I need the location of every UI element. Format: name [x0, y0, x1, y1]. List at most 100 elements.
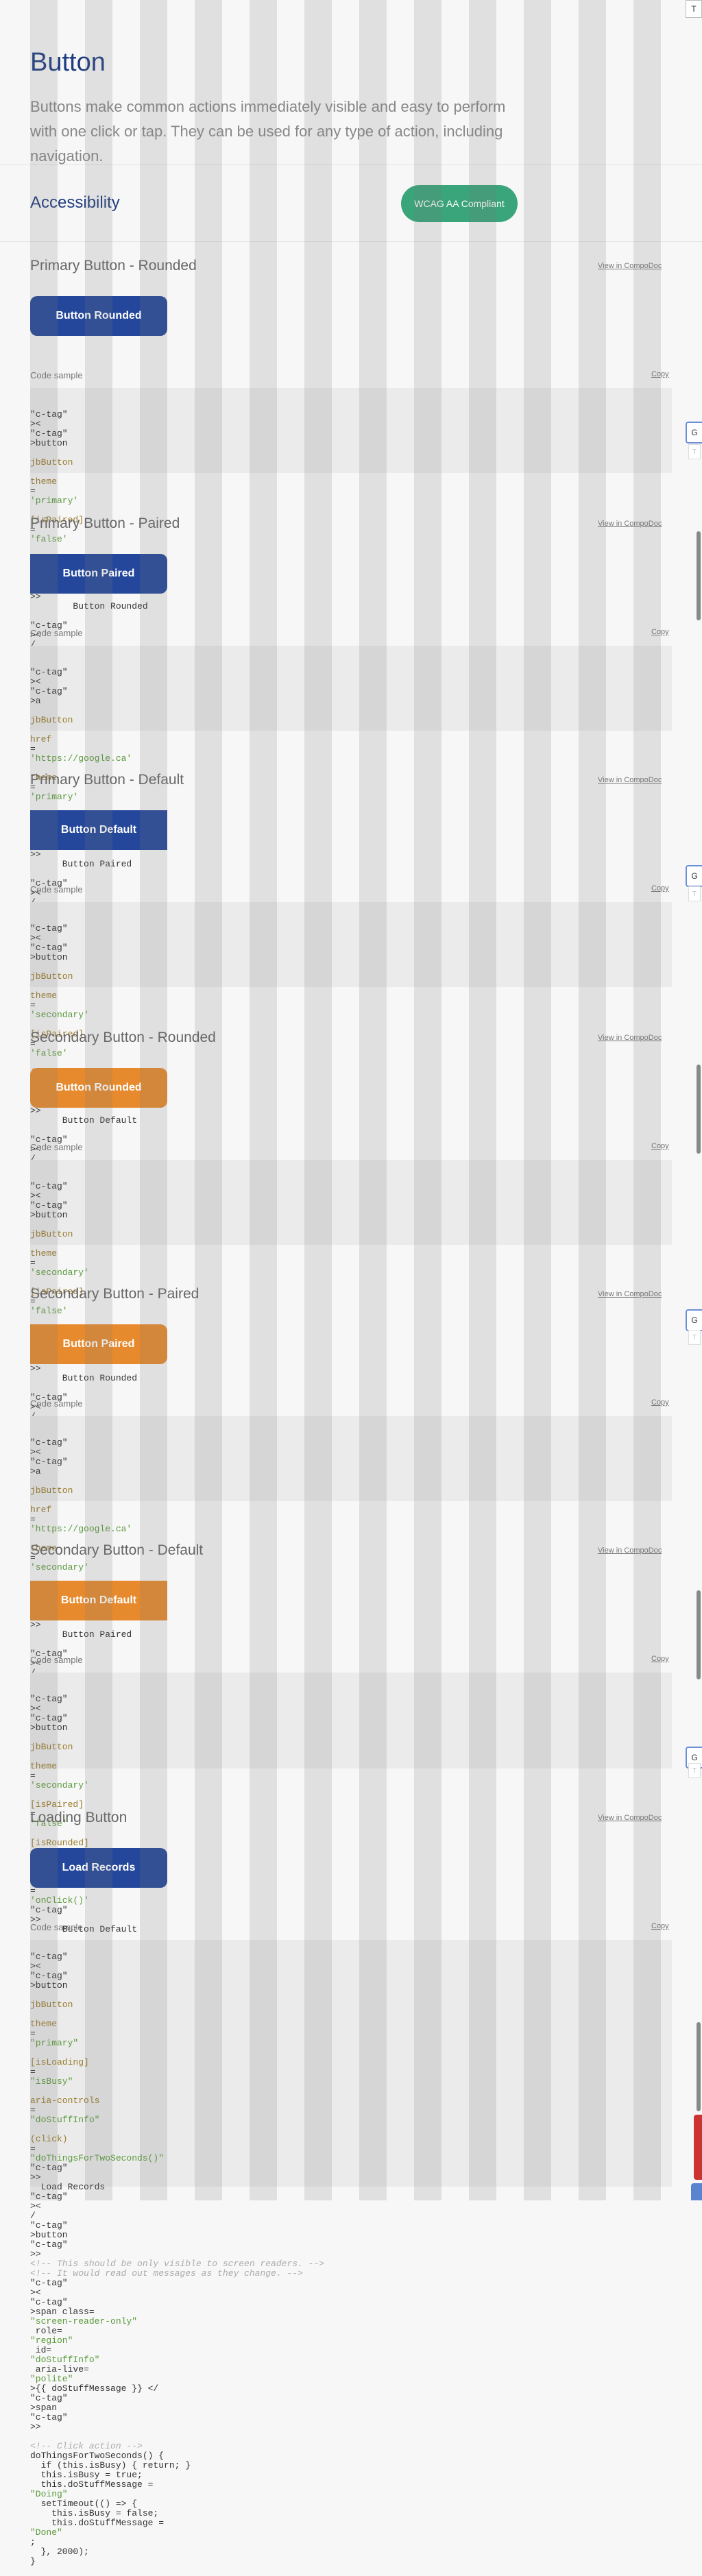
- scrollbar-thumb[interactable]: [697, 531, 701, 620]
- code-sample-label: Code sample: [30, 628, 83, 638]
- code-line: href ='https://google.ca': [30, 1505, 132, 1534]
- view-in-compodoc-link[interactable]: View in CompoDoc: [598, 1546, 662, 1555]
- code-line: jbButton: [30, 715, 73, 725]
- code-line: }, 2000);: [30, 2547, 89, 2557]
- code-line: <!-- Click action -->: [30, 2441, 143, 2451]
- code-line: <!-- It would read out messages as they …: [30, 2268, 303, 2279]
- view-in-compodoc-link[interactable]: View in CompoDoc: [598, 1034, 662, 1042]
- accessibility-row: Accessibility WCAG AA Compliant: [0, 166, 702, 242]
- code-line: "c-tag"><: [30, 878, 68, 898]
- view-in-compodoc-link[interactable]: View in CompoDoc: [598, 776, 662, 784]
- view-in-compodoc-link[interactable]: View in CompoDoc: [598, 1290, 662, 1298]
- code-line: doThingsForTwoSeconds() {: [30, 2451, 165, 2461]
- code-line: Button Paired: [30, 1629, 132, 1640]
- blue-corner-tab[interactable]: [691, 2183, 702, 2200]
- code-line: aria-controls = "doStuffInfo": [30, 2095, 100, 2125]
- code-line: this.doStuffMessage = "Done";: [30, 2518, 169, 2547]
- code-block: "c-tag" >< "c-tag" >button jbButton theme = "…: [30, 1940, 672, 2576]
- demo-button-primary-rounded[interactable]: Button Rounded: [30, 296, 167, 336]
- copy-link[interactable]: Copy: [651, 370, 669, 378]
- section-title: Primary Button - Paired: [30, 515, 180, 531]
- code-sample-label: Code sample: [30, 1922, 83, 1932]
- code-sample-label: Code sample: [30, 370, 83, 380]
- code-line: (click) = "doThingsForTwoSeconds()" "c-tag"…: [30, 2134, 165, 2183]
- copy-link[interactable]: Copy: [651, 628, 669, 636]
- code-line: "c-tag"><: [30, 1649, 68, 1668]
- code-line: "c-tag"><: [30, 1952, 68, 1971]
- view-in-compodoc-link[interactable]: View in CompoDoc: [598, 520, 662, 528]
- code-line: theme = "primary": [30, 2019, 79, 2048]
- t-tab[interactable]: T: [688, 886, 701, 901]
- code-line: "c-tag"><: [30, 409, 68, 429]
- code-sample-label: Code sample: [30, 1655, 83, 1665]
- section-title: Primary Button - Rounded: [30, 258, 197, 274]
- top-right-tab[interactable]: T: [686, 0, 702, 18]
- code-line: jbButton: [30, 1229, 73, 1239]
- scrollbar-thumb[interactable]: [697, 1590, 701, 1679]
- red-edge-tab[interactable]: [694, 2115, 702, 2180]
- code-line: "c-tag"><: [30, 1181, 68, 1201]
- code-sample-box: "c-tag" >< "c-tag" >button jbButton theme = "…: [30, 1940, 672, 2566]
- code-line: "c-tag"><: [30, 1437, 68, 1457]
- code-line: theme ='secondary': [30, 1761, 89, 1790]
- code-sample-box: "c-tag" >< "c-tag" >a jbButton href ='https:…: [30, 646, 672, 946]
- code-line: if (this.isBusy) { return; }: [30, 2460, 191, 2470]
- code-line: theme ='secondary': [30, 1248, 89, 1278]
- page-intro: Buttons make common actions immediately …: [30, 98, 506, 165]
- code-line: Button Rounded: [30, 1373, 138, 1383]
- code-line: }: [30, 2556, 36, 2566]
- g-tab[interactable]: G: [686, 865, 702, 887]
- code-line: jbButton: [30, 971, 73, 982]
- copy-link[interactable]: Copy: [651, 1398, 669, 1407]
- copy-link[interactable]: Copy: [651, 1922, 669, 1930]
- code-line: this.isBusy = false;: [30, 2508, 159, 2518]
- code-line: theme ='secondary': [30, 991, 89, 1020]
- copy-link[interactable]: Copy: [651, 884, 669, 892]
- code-line: [isLoading] = "isBusy": [30, 2057, 89, 2087]
- code-line: jbButton: [30, 1742, 73, 1752]
- g-tab[interactable]: G: [686, 422, 702, 443]
- code-sample-box: "c-tag" >< "c-tag" >a jbButton href ='https:…: [30, 1416, 672, 1716]
- section-title: Secondary Button - Rounded: [30, 1030, 216, 1045]
- demo-button-load-records[interactable]: Load Records: [30, 1848, 167, 1888]
- demo-button-secondary-default[interactable]: Button Default: [30, 1581, 167, 1620]
- code-line: "c-tag"><: [30, 923, 68, 943]
- view-in-compodoc-link[interactable]: View in CompoDoc: [598, 1814, 662, 1822]
- section-title: Secondary Button - Default: [30, 1542, 204, 1558]
- code-line: Button Default: [30, 1924, 138, 1934]
- demo-button-secondary-paired[interactable]: Button Paired: [30, 1324, 167, 1364]
- scrollbar-thumb[interactable]: [697, 1065, 701, 1154]
- page-title: Button: [30, 48, 106, 77]
- copy-link[interactable]: Copy: [651, 1655, 669, 1663]
- code-line: theme ='primary': [30, 476, 79, 506]
- code-line: "c-tag"><: [30, 1694, 68, 1714]
- g-tab[interactable]: G: [686, 1309, 702, 1331]
- demo-button-secondary-rounded[interactable]: Button Rounded: [30, 1068, 167, 1108]
- code-line: jbButton: [30, 2000, 73, 2010]
- section-title: Loading Button: [30, 1810, 128, 1825]
- code-line: "c-tag"><: [30, 667, 68, 687]
- code-line: Button Paired: [30, 859, 132, 869]
- code-sample-label: Code sample: [30, 1398, 83, 1409]
- code-line: this.doStuffMessage = "Doing": [30, 2479, 159, 2499]
- code-line: "c-tag"><: [30, 620, 68, 640]
- code-line: this.isBusy = true;: [30, 2470, 143, 2480]
- code-line: Button Rounded: [30, 601, 148, 611]
- demo-button-primary-default[interactable]: Button Default: [30, 810, 167, 850]
- copy-link[interactable]: Copy: [651, 1142, 669, 1150]
- code-line: setTimeout(() => {: [30, 2499, 138, 2509]
- code-line: jbButton: [30, 457, 73, 467]
- t-tab[interactable]: T: [688, 1763, 701, 1778]
- section-title: Primary Button - Default: [30, 772, 184, 788]
- view-in-compodoc-link[interactable]: View in CompoDoc: [598, 262, 662, 270]
- code-line: "c-tag"><: [30, 1392, 68, 1412]
- code-line: Button Default: [30, 1115, 138, 1126]
- section-title: Secondary Button - Paired: [30, 1286, 199, 1302]
- demo-button-primary-paired[interactable]: Button Paired: [30, 554, 167, 594]
- page-header: Button Buttons make common actions immed…: [0, 0, 702, 165]
- wcag-badge: WCAG AA Compliant: [401, 185, 518, 222]
- t-tab[interactable]: T: [688, 444, 701, 459]
- t-tab[interactable]: T: [688, 1330, 701, 1345]
- scrollbar-thumb[interactable]: [697, 2022, 701, 2111]
